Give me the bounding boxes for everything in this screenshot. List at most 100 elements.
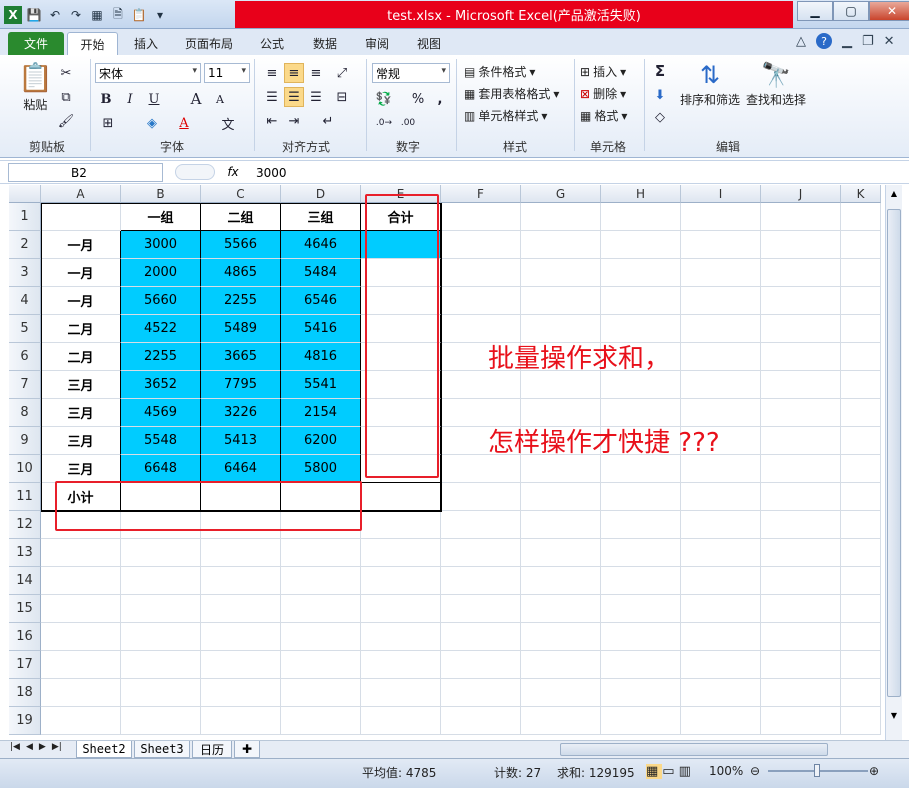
cell[interactable] xyxy=(521,483,601,511)
cell[interactable] xyxy=(681,595,761,623)
formula-bar-divider[interactable] xyxy=(175,164,215,180)
help-icon[interactable]: ? xyxy=(816,33,832,49)
data-cell[interactable]: 4522 xyxy=(121,315,201,343)
cell[interactable] xyxy=(841,371,881,399)
tab-formulas[interactable]: 公式 xyxy=(250,32,294,55)
cell[interactable] xyxy=(681,707,761,735)
increase-indent-icon[interactable]: ⇥ xyxy=(284,111,304,131)
align-middle-icon[interactable]: ≡ xyxy=(284,63,304,83)
row-header[interactable]: 1 xyxy=(9,203,41,231)
cell[interactable] xyxy=(761,231,841,259)
data-cell[interactable]: 5800 xyxy=(281,455,361,483)
cell[interactable] xyxy=(521,595,601,623)
row-header[interactable]: 7 xyxy=(9,371,41,399)
row-label-cell[interactable]: 三月 xyxy=(41,455,121,483)
align-top-icon[interactable]: ≡ xyxy=(262,63,282,83)
row-header[interactable]: 12 xyxy=(9,511,41,539)
column-header[interactable]: H xyxy=(601,185,681,203)
close-icon[interactable]: ✕ xyxy=(869,1,909,21)
cell[interactable] xyxy=(841,483,881,511)
column-header[interactable]: B xyxy=(121,185,201,203)
tab-home[interactable]: 开始 xyxy=(67,32,118,55)
cell[interactable] xyxy=(41,595,121,623)
align-right-icon[interactable]: ☰ xyxy=(306,87,326,107)
cell[interactable] xyxy=(761,511,841,539)
cell[interactable] xyxy=(441,567,521,595)
data-cell[interactable]: 6464 xyxy=(201,455,281,483)
cell[interactable] xyxy=(521,371,601,399)
row-label-cell[interactable]: 三月 xyxy=(41,427,121,455)
cell[interactable] xyxy=(521,623,601,651)
cell[interactable] xyxy=(201,539,281,567)
wb-minimize-icon[interactable]: ▁ xyxy=(842,34,852,49)
number-format-combo[interactable]: 常规 ▾ xyxy=(372,63,450,83)
cell[interactable] xyxy=(841,203,881,231)
cell[interactable] xyxy=(441,707,521,735)
tab-insert[interactable]: 插入 xyxy=(124,32,168,55)
wb-close-icon[interactable]: ✕ xyxy=(884,34,895,49)
redo-icon[interactable]: ↷ xyxy=(67,6,85,24)
clear-icon[interactable]: ◇ xyxy=(650,107,670,127)
cell[interactable] xyxy=(841,707,881,735)
cell[interactable] xyxy=(121,539,201,567)
cell[interactable] xyxy=(361,623,441,651)
cell[interactable] xyxy=(681,259,761,287)
column-header[interactable]: D xyxy=(281,185,361,203)
cell[interactable] xyxy=(201,623,281,651)
row-header[interactable]: 11 xyxy=(9,483,41,511)
cell[interactable] xyxy=(841,315,881,343)
cell[interactable] xyxy=(121,679,201,707)
column-header[interactable]: A xyxy=(41,185,121,203)
row-header[interactable]: 14 xyxy=(9,567,41,595)
cell[interactable] xyxy=(681,539,761,567)
cell[interactable] xyxy=(841,343,881,371)
data-cell[interactable]: 5484 xyxy=(281,259,361,287)
data-cell[interactable]: 6648 xyxy=(121,455,201,483)
row-label-cell[interactable]: 二月 xyxy=(41,315,121,343)
cell[interactable] xyxy=(521,259,601,287)
cell[interactable] xyxy=(441,539,521,567)
save-icon[interactable]: 💾 xyxy=(25,6,43,24)
font-color-button[interactable]: A xyxy=(174,113,194,133)
cell[interactable] xyxy=(761,203,841,231)
cell[interactable] xyxy=(761,483,841,511)
data-cell[interactable]: 5541 xyxy=(281,371,361,399)
cell[interactable] xyxy=(601,595,681,623)
cell[interactable] xyxy=(761,427,841,455)
underline-button[interactable]: U xyxy=(144,89,164,109)
prev-sheet-icon[interactable]: ◀ xyxy=(26,742,33,752)
row-header[interactable]: 4 xyxy=(9,287,41,315)
row-header[interactable]: 19 xyxy=(9,707,41,735)
cell[interactable] xyxy=(281,679,361,707)
row-header[interactable]: 16 xyxy=(9,623,41,651)
cell[interactable] xyxy=(761,707,841,735)
tab-file[interactable]: 文件 xyxy=(8,32,64,55)
cell[interactable] xyxy=(41,567,121,595)
cell[interactable] xyxy=(281,707,361,735)
data-cell[interactable]: 3000 xyxy=(121,231,201,259)
cell[interactable] xyxy=(441,231,521,259)
print-preview-icon[interactable]: 🗎 xyxy=(109,6,127,24)
cell[interactable] xyxy=(761,287,841,315)
data-cell[interactable]: 2255 xyxy=(121,343,201,371)
undo-icon[interactable]: ↶ xyxy=(46,6,64,24)
format-cells-button[interactable]: ▦ 格式 ▾ xyxy=(580,107,627,124)
cell[interactable] xyxy=(601,623,681,651)
cell[interactable] xyxy=(441,483,521,511)
row-label-cell[interactable]: 三月 xyxy=(41,399,121,427)
cell[interactable] xyxy=(841,399,881,427)
cell[interactable] xyxy=(121,567,201,595)
cell[interactable] xyxy=(601,679,681,707)
tab-page-layout[interactable]: 页面布局 xyxy=(176,32,242,55)
cell[interactable] xyxy=(601,371,681,399)
autosum-button[interactable]: Σ xyxy=(650,61,670,81)
cell[interactable] xyxy=(841,595,881,623)
data-cell[interactable]: 3665 xyxy=(201,343,281,371)
data-cell[interactable]: 3226 xyxy=(201,399,281,427)
cell[interactable] xyxy=(521,679,601,707)
cell[interactable] xyxy=(761,455,841,483)
cell[interactable] xyxy=(681,343,761,371)
cell[interactable] xyxy=(601,203,681,231)
cell[interactable] xyxy=(841,511,881,539)
column-header[interactable]: J xyxy=(761,185,841,203)
